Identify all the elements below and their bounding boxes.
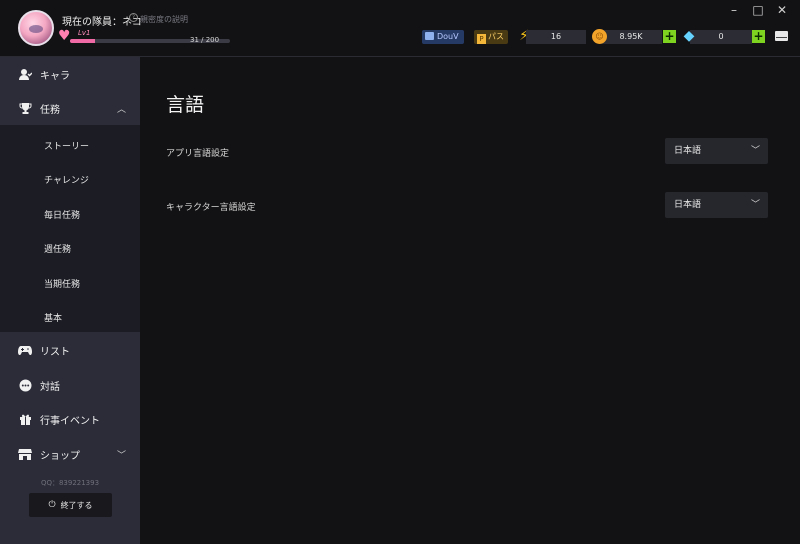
chevron-up-icon: ︿ <box>116 104 126 115</box>
douv-icon <box>425 32 434 40</box>
main-content: 言語 アプリ言語設定 日本語 ﹀ キャラクター言語設定 日本語 ﹀ <box>140 57 800 544</box>
logout-label: 終了する <box>60 500 93 510</box>
submenu-daily[interactable]: 毎日任務 <box>44 208 80 221</box>
coin-value: 8.95K <box>600 30 662 44</box>
mail-icon[interactable] <box>775 31 788 41</box>
submenu-weekly[interactable]: 週任務 <box>44 242 71 255</box>
avatar[interactable] <box>18 10 54 46</box>
chevron-down-icon: ﹀ <box>750 146 760 156</box>
top-bar: 現在の隊員：ネコ ? 親密度の説明 ♥ Lv1 31 / 200 DouV Pパ… <box>0 0 800 57</box>
coin-icon: ☺ <box>592 29 607 44</box>
sidebar-item-label: ショップ <box>40 450 80 462</box>
affinity-help-link[interactable]: 親密度の説明 <box>140 14 188 25</box>
pass-icon: P <box>477 34 486 44</box>
douv-button[interactable]: DouV <box>422 30 464 44</box>
sidebar-item-label: 行事イベント <box>40 415 100 427</box>
character-language-value: 日本語 <box>674 200 702 210</box>
sidebar-item-list[interactable]: リスト <box>0 333 140 367</box>
douv-label: DouV <box>437 32 459 41</box>
gift-icon <box>18 412 32 426</box>
submenu-challenge[interactable]: チャレンジ <box>44 173 89 186</box>
level-label: Lv1 <box>78 29 91 37</box>
gem-value: 0 <box>690 30 752 44</box>
submenu-story[interactable]: ストーリー <box>44 139 89 152</box>
chevron-down-icon: ﹀ <box>750 200 760 210</box>
app-language-label: アプリ言語設定 <box>166 149 230 159</box>
pass-label: パス <box>488 32 504 41</box>
sidebar-item-missions[interactable]: 任務 ︿ <box>0 91 140 125</box>
chevron-down-icon: ﹀ <box>116 450 126 461</box>
character-language-label: キャラクター言語設定 <box>166 203 256 213</box>
app-language-value: 日本語 <box>674 146 702 156</box>
sidebar-item-label: 対話 <box>40 381 60 393</box>
sidebar-item-chat[interactable]: 対話 <box>0 368 140 402</box>
app-language-select[interactable]: 日本語 ﹀ <box>665 138 768 164</box>
sidebar: ストーリー チャレンジ 毎日任務 週任務 当期任務 基本 キャラ 任務 ︿ リス… <box>0 57 140 544</box>
gamepad-icon <box>18 343 32 357</box>
sidebar-item-events[interactable]: 行事イベント <box>0 402 140 436</box>
mission-submenu: ストーリー チャレンジ 毎日任務 週任務 当期任務 基本 <box>0 125 140 332</box>
submenu-period[interactable]: 当期任務 <box>44 277 80 290</box>
close-button[interactable]: ✕ <box>775 3 789 17</box>
submenu-basic[interactable]: 基本 <box>44 311 62 324</box>
add-coin-button[interactable]: + <box>663 30 676 43</box>
shop-icon <box>18 447 32 461</box>
sidebar-item-label: キャラ <box>40 70 70 82</box>
pass-button[interactable]: P パス <box>474 30 508 44</box>
sidebar-item-shop[interactable]: ショップ ﹀ <box>0 437 140 471</box>
sidebar-item-label: リスト <box>40 346 70 358</box>
maximize-button[interactable]: □ <box>751 3 765 17</box>
sidebar-item-character[interactable]: キャラ <box>0 57 140 91</box>
chat-icon <box>18 378 32 392</box>
trophy-icon <box>18 101 32 115</box>
character-language-select[interactable]: 日本語 ﹀ <box>665 192 768 218</box>
qq-number: QQ：839221393 <box>40 479 100 487</box>
question-icon[interactable]: ? <box>129 13 138 22</box>
xp-progress-fill <box>70 39 95 43</box>
add-gem-button[interactable]: + <box>752 30 765 43</box>
diamond-icon: ◆ <box>683 28 695 44</box>
power-icon: ⏻ <box>48 500 56 510</box>
minimize-button[interactable]: – <box>727 3 741 17</box>
logout-button[interactable]: ⏻ 終了する <box>29 493 112 517</box>
page-title: 言語 <box>166 94 205 116</box>
xp-text: 31 / 200 <box>190 36 220 44</box>
user-icon <box>18 67 32 81</box>
energy-value: 16 <box>526 30 586 44</box>
sidebar-item-label: 任務 <box>40 104 60 116</box>
